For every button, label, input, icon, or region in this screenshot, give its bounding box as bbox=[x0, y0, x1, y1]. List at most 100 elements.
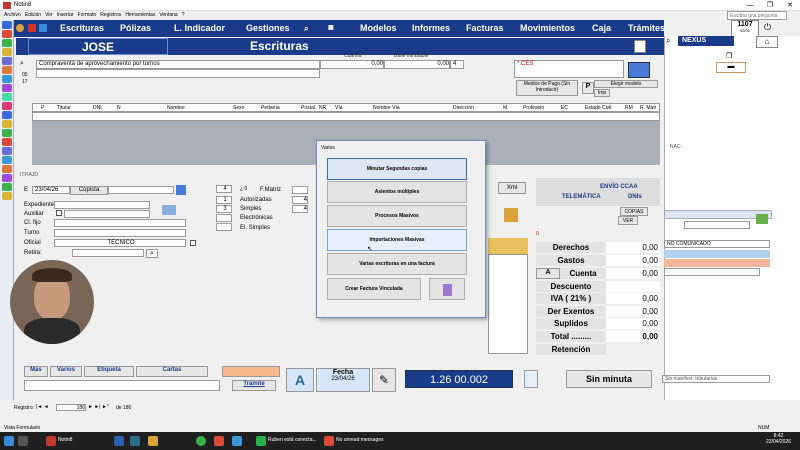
col-nombre[interactable]: Nombre bbox=[167, 104, 185, 112]
copista-field[interactable] bbox=[108, 186, 174, 194]
nav-modelos[interactable]: Modelos bbox=[360, 20, 397, 37]
home-icon[interactable]: ⌂ bbox=[756, 36, 778, 48]
tool-icon[interactable] bbox=[2, 30, 12, 38]
dnis-button[interactable]: DNIs bbox=[628, 194, 642, 200]
auxiliar-checkbox[interactable] bbox=[56, 210, 62, 216]
keyboard-icon[interactable] bbox=[176, 185, 186, 195]
asientos-multiples-button[interactable]: Asientos múltiples bbox=[327, 181, 467, 203]
nav-tramites[interactable]: Trámites bbox=[628, 20, 665, 37]
nav-l-indicador[interactable]: L. Indicador bbox=[174, 20, 225, 37]
sin-manifest-select[interactable]: Sin manifest. tributarias bbox=[662, 375, 770, 383]
taskbar-app-label[interactable]: Notin8 bbox=[58, 437, 72, 443]
concepto-field[interactable]: Compraventa de aprovechamiento por turno… bbox=[36, 60, 320, 69]
envio-ccaa-button[interactable]: ENVÍO CCAA bbox=[600, 184, 638, 190]
close-button[interactable]: ✕ bbox=[780, 1, 800, 10]
ver-button[interactable]: VER bbox=[618, 216, 638, 225]
tab-mas[interactable]: Mas bbox=[24, 366, 48, 377]
tool-icon[interactable] bbox=[2, 21, 12, 29]
tramite-button[interactable]: Trámite bbox=[232, 380, 276, 391]
imp-button[interactable]: Imp bbox=[594, 89, 610, 97]
menu-ventana[interactable]: Ventana bbox=[159, 11, 177, 20]
page-icon[interactable] bbox=[524, 370, 538, 388]
col-via[interactable]: Vía bbox=[335, 104, 343, 112]
table-row[interactable] bbox=[32, 112, 660, 121]
rp-field[interactable] bbox=[684, 221, 750, 229]
windows-start-icon[interactable] bbox=[4, 436, 14, 446]
color-select[interactable] bbox=[222, 366, 280, 377]
menu-formato[interactable]: Formato bbox=[78, 11, 97, 20]
folder-icon[interactable]: ▬ bbox=[716, 62, 746, 73]
record-nav-next[interactable]: ► ►| ►* bbox=[88, 404, 109, 410]
xml-button[interactable]: Xml bbox=[498, 182, 526, 194]
tool-icon[interactable] bbox=[2, 39, 12, 47]
cuantia-field[interactable]: 0,00 bbox=[320, 60, 384, 69]
minimize-button[interactable]: — bbox=[740, 1, 760, 10]
record-current[interactable]: 186 bbox=[56, 404, 86, 411]
tool-icon[interactable] bbox=[2, 57, 12, 65]
col-n[interactable]: N bbox=[117, 104, 121, 112]
menu-help[interactable]: ? bbox=[182, 11, 185, 20]
a-big-button[interactable]: A bbox=[286, 368, 314, 392]
door-icon[interactable] bbox=[634, 40, 646, 53]
exit-button[interactable] bbox=[429, 278, 465, 300]
tool-icon[interactable] bbox=[2, 120, 12, 128]
simples-count[interactable]: 3 bbox=[216, 205, 232, 213]
tool-icon[interactable] bbox=[2, 147, 12, 155]
search-icon[interactable]: ⌕ bbox=[146, 249, 158, 258]
col-m[interactable]: M bbox=[503, 104, 507, 112]
word-icon[interactable] bbox=[114, 436, 124, 446]
taskbar-app-label[interactable]: No unread messages bbox=[336, 437, 384, 443]
tool-icon[interactable] bbox=[2, 174, 12, 182]
nav-caja[interactable]: Caja bbox=[592, 20, 611, 37]
col-p[interactable]: P bbox=[41, 104, 44, 112]
copy-icon[interactable]: ❐ bbox=[726, 52, 738, 61]
ces-field[interactable]: *.CES bbox=[514, 60, 624, 78]
chat-icon[interactable] bbox=[324, 436, 334, 446]
bottom-field[interactable] bbox=[24, 380, 220, 391]
sin-minuta-button[interactable]: Sin minuta bbox=[566, 370, 652, 388]
retira-field[interactable] bbox=[72, 249, 144, 257]
count-field[interactable]: 4 bbox=[216, 185, 232, 193]
menu-edicion[interactable]: Edición bbox=[25, 11, 41, 20]
col-rm[interactable]: RM bbox=[625, 104, 633, 112]
fecha-field[interactable]: 23/04/26 bbox=[32, 186, 70, 194]
tool-icon[interactable] bbox=[2, 192, 12, 200]
menu-ver[interactable]: Ver bbox=[45, 11, 53, 20]
record-nav-first[interactable]: |◄ ◄ bbox=[36, 404, 49, 410]
oficial-select[interactable]: TECNICO bbox=[54, 239, 186, 247]
col-sexo[interactable]: Sexo bbox=[233, 104, 244, 112]
tool-icon[interactable] bbox=[2, 138, 12, 146]
tool-icon[interactable] bbox=[2, 156, 12, 164]
app-icon[interactable] bbox=[232, 436, 242, 446]
oficial-checkbox[interactable] bbox=[190, 240, 196, 246]
num-field[interactable]: 4 bbox=[450, 60, 464, 69]
power-icon[interactable]: ⏻ bbox=[764, 22, 771, 33]
copias-button[interactable]: COPIAS bbox=[620, 207, 648, 216]
col-pedania[interactable]: Pedanía bbox=[261, 104, 280, 112]
menu-insertar[interactable]: Insertar bbox=[57, 11, 74, 20]
tool-icon[interactable] bbox=[2, 75, 12, 83]
notin-app-icon[interactable] bbox=[46, 436, 56, 446]
col-ec[interactable]: EC bbox=[561, 104, 568, 112]
tab-varios[interactable]: Varios bbox=[50, 366, 82, 377]
card-icon[interactable] bbox=[162, 205, 176, 215]
search-icon[interactable]: ⌕ bbox=[666, 36, 676, 46]
nav-escrituras[interactable]: Escrituras bbox=[60, 20, 104, 37]
telematica-button[interactable]: TELEMÁTICA bbox=[562, 194, 601, 200]
whatsapp-icon[interactable] bbox=[256, 436, 266, 446]
tool-icon[interactable] bbox=[2, 93, 12, 101]
col-profesion[interactable]: Profesión bbox=[523, 104, 544, 112]
a-button[interactable]: A bbox=[536, 268, 560, 279]
blue-icon[interactable] bbox=[39, 24, 48, 32]
tool-icon[interactable] bbox=[2, 165, 12, 173]
fmatriz-field[interactable] bbox=[292, 186, 308, 194]
apps-icon[interactable]: ▦ bbox=[328, 20, 334, 37]
tool-icon[interactable] bbox=[2, 129, 12, 137]
tab-cartas[interactable]: Cartas bbox=[136, 366, 208, 377]
tool-icon[interactable] bbox=[2, 111, 12, 119]
menu-archivo[interactable]: Archivo bbox=[4, 11, 21, 20]
nav-movimientos[interactable]: Movimientos bbox=[520, 20, 575, 37]
tools-icon[interactable]: ✎ bbox=[372, 368, 396, 392]
search-icon[interactable]: ⌕ bbox=[20, 60, 31, 69]
cl-fijo-field[interactable] bbox=[54, 219, 186, 227]
